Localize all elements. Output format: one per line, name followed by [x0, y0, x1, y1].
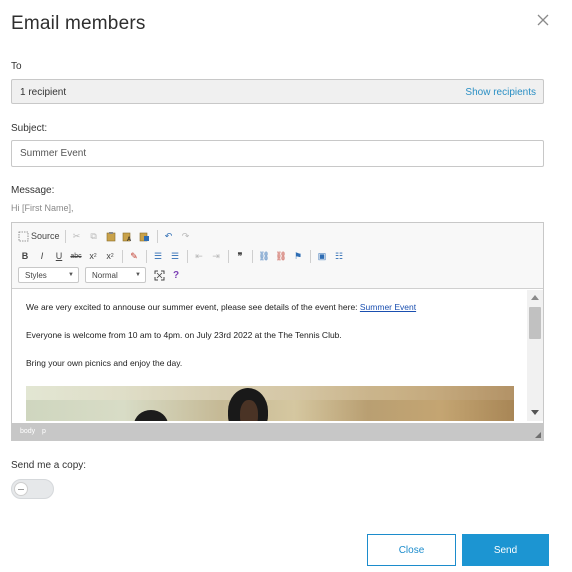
- redo-icon[interactable]: ↷: [179, 228, 193, 244]
- source-label: Source: [31, 231, 60, 241]
- element-path-bar: body p: [12, 423, 543, 440]
- chevron-down-icon: ▼: [68, 272, 74, 278]
- toolbar-divider: [122, 249, 123, 263]
- scroll-thumb[interactable]: [529, 307, 541, 339]
- send-copy-label: Send me a copy:: [11, 460, 87, 471]
- to-label: To: [11, 61, 22, 72]
- help-icon[interactable]: ?: [169, 267, 183, 283]
- superscript-button[interactable]: x2: [103, 248, 117, 264]
- paste-icon[interactable]: [104, 228, 118, 244]
- underline-button[interactable]: U: [52, 248, 66, 264]
- remove-format-icon[interactable]: ✎: [127, 248, 141, 264]
- bulleted-list-icon[interactable]: ☰: [168, 248, 182, 264]
- show-recipients-link[interactable]: Show recipients: [465, 87, 536, 98]
- path-p[interactable]: p: [42, 428, 46, 435]
- subscript-button[interactable]: x2: [86, 248, 100, 264]
- chevron-down-icon: ▼: [135, 272, 141, 278]
- link-icon[interactable]: ⛓: [257, 248, 271, 264]
- send-button[interactable]: Send: [462, 534, 549, 566]
- format-dropdown[interactable]: Normal ▼: [85, 267, 146, 283]
- resize-handle-icon[interactable]: [535, 432, 541, 438]
- subject-input[interactable]: [11, 140, 544, 167]
- editor-content[interactable]: We are very excited to annouse our summe…: [12, 290, 527, 421]
- scroll-up-icon[interactable]: [531, 295, 539, 300]
- content-line-1-text: We are very excited to annouse our summe…: [26, 302, 360, 312]
- email-members-dialog: Email members To 1 recipient Show recipi…: [0, 0, 572, 572]
- table-icon[interactable]: ☷: [332, 248, 346, 264]
- copy-icon[interactable]: ⧉: [87, 228, 101, 244]
- source-button[interactable]: Source: [18, 228, 60, 244]
- dialog-title: Email members: [11, 13, 146, 34]
- editor-toolbar: Source ✂ ⧉ A ↶ ↷ B I U abc x 2 x 2 ✎ ☰ ☰…: [12, 223, 543, 289]
- close-button[interactable]: Close: [367, 534, 456, 566]
- italic-button[interactable]: I: [35, 248, 49, 264]
- toolbar-divider: [252, 249, 253, 263]
- recipients-field: 1 recipient Show recipients: [11, 79, 544, 104]
- styles-dropdown[interactable]: Styles ▼: [18, 267, 79, 283]
- message-label: Message:: [11, 185, 55, 196]
- content-line-3: Bring your own picnics and enjoy the day…: [26, 358, 183, 368]
- image-icon[interactable]: ▣: [315, 248, 329, 264]
- summer-event-link[interactable]: Summer Event: [360, 302, 416, 312]
- content-line-1: We are very excited to annouse our summe…: [26, 302, 416, 312]
- message-hint: Hi [First Name],: [11, 203, 74, 213]
- paste-text-icon[interactable]: A: [121, 228, 135, 244]
- toolbar-divider: [187, 249, 188, 263]
- toolbar-divider: [64, 229, 66, 243]
- paste-word-icon[interactable]: [138, 228, 152, 244]
- rich-text-editor: Source ✂ ⧉ A ↶ ↷ B I U abc x 2 x 2 ✎ ☰ ☰…: [11, 222, 544, 441]
- maximize-icon[interactable]: [152, 267, 166, 283]
- content-line-2: Everyone is welcome from 10 am to 4pm. o…: [26, 330, 342, 340]
- path-body[interactable]: body: [20, 428, 35, 435]
- source-icon: [18, 231, 29, 241]
- indent-icon[interactable]: ⇥: [209, 248, 223, 264]
- format-label: Normal: [92, 270, 118, 280]
- cut-icon[interactable]: ✂: [70, 228, 84, 244]
- event-photo: [26, 386, 514, 421]
- toolbar-divider: [146, 249, 147, 263]
- subject-label: Subject:: [11, 123, 48, 134]
- close-icon[interactable]: [535, 12, 551, 28]
- undo-icon[interactable]: ↶: [162, 228, 176, 244]
- outdent-icon[interactable]: ⇤: [192, 248, 206, 264]
- toolbar-divider: [310, 249, 311, 263]
- unlink-icon[interactable]: ⛓: [274, 248, 288, 264]
- toggle-knob: [14, 482, 28, 496]
- numbered-list-icon[interactable]: ☰: [151, 248, 165, 264]
- toolbar-divider: [156, 229, 158, 243]
- toolbar-divider: [228, 249, 229, 263]
- styles-label: Styles: [25, 270, 47, 280]
- blockquote-icon[interactable]: ❞: [233, 248, 247, 264]
- recipient-count: 1 recipient: [20, 87, 67, 98]
- svg-text:A: A: [127, 236, 132, 242]
- anchor-flag-icon[interactable]: ⚑: [291, 248, 305, 264]
- scroll-down-icon[interactable]: [531, 410, 539, 415]
- send-copy-toggle[interactable]: [11, 479, 54, 499]
- strikethrough-button[interactable]: abc: [69, 248, 83, 264]
- bold-button[interactable]: B: [18, 248, 32, 264]
- editor-scrollbar[interactable]: [527, 290, 543, 421]
